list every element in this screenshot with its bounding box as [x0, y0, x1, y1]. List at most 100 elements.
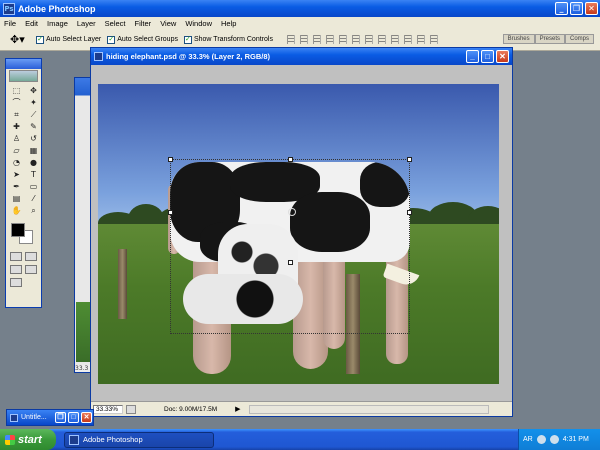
- doc-size-info: Doc: 9.00M/17.5M: [164, 405, 218, 413]
- close-button[interactable]: ✕: [585, 2, 598, 15]
- distribute-top-icon[interactable]: [364, 35, 373, 44]
- clone-stamp-tool-icon[interactable]: ♙: [9, 133, 24, 144]
- jump-to-imageready-icon[interactable]: [10, 278, 22, 287]
- brush-tool-icon[interactable]: ✎: [26, 121, 41, 132]
- transform-handle[interactable]: [168, 210, 173, 215]
- checkbox-checked-icon: ✓: [183, 35, 192, 44]
- pen-tool-icon[interactable]: ✒: [9, 181, 24, 192]
- document-window: hiding elephant.psd @ 33.3% (Layer 2, RG…: [90, 47, 513, 417]
- eyedropper-tool-icon[interactable]: ⁄: [26, 193, 41, 204]
- distribute-right-icon[interactable]: [429, 35, 438, 44]
- palette-well: Brushes Presets Comps: [502, 34, 594, 44]
- palette-tab-comps[interactable]: Comps: [564, 34, 594, 44]
- shape-tool-icon[interactable]: ▭: [26, 181, 41, 192]
- start-button[interactable]: start: [0, 429, 56, 450]
- screen-mode-full-icon[interactable]: [25, 265, 37, 274]
- photoshop-feather-logo[interactable]: [9, 70, 38, 82]
- document-close-button[interactable]: ✕: [496, 50, 509, 63]
- menu-filter[interactable]: Filter: [135, 19, 152, 28]
- auto-select-groups-checkbox[interactable]: ✓ Auto Select Groups: [107, 35, 178, 44]
- eraser-tool-icon[interactable]: ▱: [9, 145, 24, 156]
- volume-icon[interactable]: [549, 435, 559, 444]
- distribute-left-icon[interactable]: [403, 35, 412, 44]
- menu-layer[interactable]: Layer: [77, 19, 96, 28]
- status-menu-icon[interactable]: [126, 404, 136, 414]
- background-document-image: [76, 302, 91, 362]
- gradient-tool-icon[interactable]: ▦: [26, 145, 41, 156]
- transform-handle[interactable]: [407, 210, 412, 215]
- menu-select[interactable]: Select: [105, 19, 126, 28]
- zoom-field[interactable]: 33.33%: [93, 404, 123, 414]
- palette-tab-brushes[interactable]: Brushes: [502, 34, 535, 44]
- menu-window[interactable]: Window: [185, 19, 212, 28]
- align-right-icon[interactable]: [351, 35, 360, 44]
- document-status-bar: 33.33% Doc: 9.00M/17.5M ▶: [91, 401, 512, 416]
- document-titlebar[interactable]: hiding elephant.psd @ 33.3% (Layer 2, RG…: [91, 48, 512, 65]
- tray-icon[interactable]: [536, 435, 546, 444]
- notes-tool-icon[interactable]: ▤: [9, 193, 24, 204]
- lasso-tool-icon[interactable]: ⌒: [9, 97, 24, 108]
- show-transform-controls-checkbox[interactable]: ✓ Show Transform Controls: [183, 35, 273, 44]
- hand-tool-icon[interactable]: ✋: [9, 205, 24, 216]
- type-tool-icon[interactable]: T: [26, 169, 41, 180]
- dodge-tool-icon[interactable]: ●: [26, 157, 41, 168]
- move-tool-preset-icon[interactable]: ✥▾: [10, 32, 36, 48]
- history-brush-tool-icon[interactable]: ↺: [26, 133, 41, 144]
- palette-tab-presets[interactable]: Presets: [534, 34, 565, 44]
- restore-button[interactable]: ❐: [570, 2, 583, 15]
- menu-file[interactable]: File: [4, 19, 16, 28]
- menu-image[interactable]: Image: [47, 19, 68, 28]
- windows-logo-icon: [5, 434, 15, 445]
- foreground-color-swatch[interactable]: [11, 223, 25, 237]
- align-vcenter-icon[interactable]: [299, 35, 308, 44]
- align-top-icon[interactable]: [286, 35, 295, 44]
- menu-view[interactable]: View: [160, 19, 176, 28]
- document-minimize-button[interactable]: _: [466, 50, 479, 63]
- marquee-tool-icon[interactable]: ⬚: [9, 85, 24, 96]
- healing-brush-tool-icon[interactable]: ✚: [9, 121, 24, 132]
- photoshop-icon: Ps: [3, 2, 15, 15]
- align-hcenter-icon[interactable]: [338, 35, 347, 44]
- transform-handle[interactable]: [288, 157, 293, 162]
- crop-tool-icon[interactable]: ⌗: [9, 109, 24, 120]
- status-arrow-icon[interactable]: ▶: [235, 405, 240, 413]
- fence-post: [118, 249, 127, 319]
- transform-handle[interactable]: [407, 157, 412, 162]
- zoom-tool-icon[interactable]: ⌕: [26, 205, 41, 216]
- language-indicator[interactable]: AR: [523, 436, 533, 443]
- toolbox-titlebar[interactable]: [6, 59, 41, 69]
- slice-tool-icon[interactable]: ⟋: [26, 109, 41, 120]
- distribute-bottom-icon[interactable]: [390, 35, 399, 44]
- path-selection-tool-icon[interactable]: ➤: [9, 169, 24, 180]
- distribute-vcenter-icon[interactable]: [377, 35, 386, 44]
- minimized-maximize-button[interactable]: □: [68, 412, 79, 423]
- minimized-document-window[interactable]: Untitle... ❐ □ ✕: [6, 409, 94, 426]
- quick-mask-mode-icon[interactable]: [25, 252, 37, 261]
- minimize-button[interactable]: _: [555, 2, 568, 15]
- standard-mode-icon[interactable]: [10, 252, 22, 261]
- screen-mode-standard-icon[interactable]: [10, 265, 22, 274]
- menu-edit[interactable]: Edit: [25, 19, 38, 28]
- minimized-close-button[interactable]: ✕: [81, 412, 92, 423]
- taskbar-item-photoshop[interactable]: Adobe Photoshop: [64, 431, 214, 448]
- move-tool-icon[interactable]: ✥: [26, 85, 41, 96]
- background-document-zoom: 33.3: [75, 365, 91, 372]
- distribute-hcenter-icon[interactable]: [416, 35, 425, 44]
- minimized-document-title: Untitle...: [21, 414, 47, 421]
- canvas-area[interactable]: [91, 65, 512, 403]
- blur-tool-icon[interactable]: ◔: [9, 157, 24, 168]
- horizontal-scrollbar[interactable]: [248, 404, 489, 414]
- clock[interactable]: 4:31 PM: [563, 436, 589, 443]
- magic-wand-tool-icon[interactable]: ✦: [26, 97, 41, 108]
- menu-help[interactable]: Help: [221, 19, 236, 28]
- minimized-restore-button[interactable]: ❐: [55, 412, 66, 423]
- transform-handle[interactable]: [168, 157, 173, 162]
- align-bottom-icon[interactable]: [312, 35, 321, 44]
- transform-center-icon[interactable]: [288, 208, 296, 216]
- align-left-icon[interactable]: [325, 35, 334, 44]
- document-image[interactable]: [98, 84, 499, 384]
- transform-bounding-box[interactable]: [168, 157, 412, 334]
- document-maximize-button[interactable]: □: [481, 50, 494, 63]
- transform-handle[interactable]: [288, 260, 293, 265]
- auto-select-layer-checkbox[interactable]: ✓ Auto Select Layer: [36, 35, 101, 44]
